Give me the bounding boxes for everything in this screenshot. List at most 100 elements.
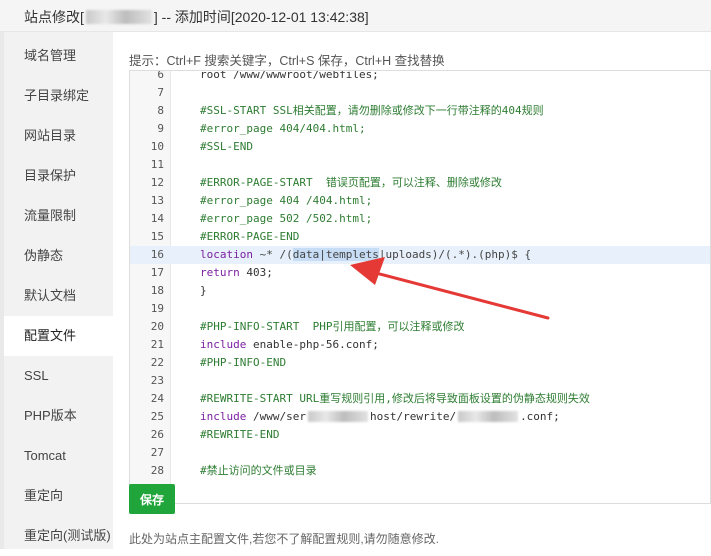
save-button[interactable]: 保存 (129, 484, 175, 514)
line-number: 13 (150, 194, 164, 207)
line-number: 14 (150, 212, 164, 225)
code-text: root /www/wwwroot/webfiles; (200, 71, 379, 84)
sidebar-item[interactable]: 重定向 (4, 476, 113, 516)
line-number: 11 (150, 158, 164, 171)
code-token: data|templets (292, 248, 379, 261)
line-number: 7 (157, 86, 164, 99)
line-number: 10 (150, 140, 164, 153)
code-line[interactable]: 19 (130, 300, 710, 318)
code-line[interactable]: 7 (130, 84, 710, 102)
code-token: location (200, 248, 253, 261)
code-line[interactable]: 20 #PHP-INFO-START PHP引用配置，可以注释或修改 (130, 318, 710, 336)
sidebar-item[interactable]: 默认文档 (4, 276, 113, 316)
code-line[interactable]: 25 include /www/ser host/rewrite/ .conf; (130, 408, 710, 426)
code-text: #REWRITE-END (200, 426, 279, 444)
code-line[interactable]: 9 #error_page 404/404.html; (130, 120, 710, 138)
line-number: 23 (150, 374, 164, 387)
code-text: include enable-php-56.conf; (200, 336, 379, 354)
sidebar-item[interactable]: Tomcat (4, 436, 113, 476)
sidebar-item[interactable]: 子目录绑定 (4, 76, 113, 116)
code-line[interactable]: 17 return 403; (130, 264, 710, 282)
code-token: host/rewrite/ (369, 410, 457, 423)
code-line[interactable]: 26 #REWRITE-END (130, 426, 710, 444)
code-line[interactable]: 6 root /www/wwwroot/webfiles; (130, 70, 710, 84)
sidebar-item[interactable]: 目录保护 (4, 156, 113, 196)
code-text: #PHP-INFO-END (200, 354, 286, 372)
line-number: 27 (150, 446, 164, 459)
code-text: #SSL-START SSL相关配置，请勿删除或修改下一行带注释的404规则 (200, 102, 544, 120)
code-line[interactable]: 23 (130, 372, 710, 390)
code-token: #ERROR-PAGE-END (200, 230, 300, 243)
code-line[interactable]: 16 location ~* /(data|templets|uploads)/(… (130, 246, 710, 264)
line-number: 24 (150, 392, 164, 405)
sidebar: 域名管理 子目录绑定 网站目录 目录保护 流量限制 伪静态 默认文档 配置文件 SSL PHP版本… (4, 32, 113, 549)
sidebar-item[interactable]: 网站目录 (4, 116, 113, 156)
line-number: 15 (150, 230, 164, 243)
code-token: #error_page 404 /404.html; (200, 194, 373, 207)
code-editor[interactable]: 6 root /www/wwwroot/webfiles; 7 8 #SSL-START… (129, 70, 711, 504)
line-number: 21 (150, 338, 164, 351)
code-token: enable-php-56.conf; (246, 338, 379, 351)
code-token: include (200, 410, 247, 423)
line-number: 9 (157, 122, 164, 135)
code-text: #error_page 404/404.html; (200, 120, 366, 138)
code-line[interactable]: 8 #SSL-START SSL相关配置，请勿删除或修改下一行带注释的404规则 (130, 102, 710, 120)
code-line[interactable]: 15 #ERROR-PAGE-END (130, 228, 710, 246)
title-bar: 站点修改[] -- 添加时间[2020-12-01 13:42:38] (0, 0, 711, 32)
code-token: include (200, 338, 247, 351)
config-warning-note: 此处为站点主配置文件,若您不了解配置规则,请勿随意修改. (129, 532, 440, 546)
code-line[interactable]: 11 (130, 156, 710, 174)
code-text: #error_page 502 /502.html; (200, 210, 372, 228)
code-token: #禁止访问的文件或目录 (200, 464, 317, 477)
code-text: #PHP-INFO-START PHP引用配置，可以注释或修改 (200, 318, 464, 336)
code-token: ~* /( (252, 248, 293, 261)
code-line[interactable]: 14 #error_page 502 /502.html; (130, 210, 710, 228)
code-line[interactable]: 12 #ERROR-PAGE-START 错误页配置，可以注释、删除或修改 (130, 174, 710, 192)
line-number: 16 (150, 248, 164, 261)
main-panel: 提示：Ctrl+F 搜索关键字，Ctrl+S 保存，Ctrl+H 查找替换 6 r… (113, 32, 711, 549)
line-number: 22 (150, 356, 164, 369)
code-line[interactable]: 21 include enable-php-56.conf; (130, 336, 710, 354)
code-text: #REWRITE-START URL重写规则引用,修改后将导致面板设置的伪静态规… (200, 390, 590, 408)
code-token: .conf; (520, 410, 560, 423)
code-token: #SSL-START SSL相关配置，请勿删除或修改下一行带注释的404规则 (200, 104, 544, 117)
sidebar-item[interactable]: 重定向(测试版) (4, 516, 113, 556)
code-text: #禁止访问的文件或目录 (200, 462, 317, 480)
code-token: #error_page 404/404.html; (200, 122, 366, 135)
sidebar-item[interactable]: SSL (4, 356, 113, 396)
code-line[interactable]: 22 #PHP-INFO-END (130, 354, 710, 372)
sidebar-item[interactable]: 配置文件 (4, 316, 113, 356)
code-token: #error_page 502 /502.html; (200, 212, 373, 225)
window-title: 站点修改[] -- 添加时间[2020-12-01 13:42:38] (24, 9, 369, 25)
code-text: #ERROR-PAGE-START 错误页配置，可以注释、删除或修改 (200, 174, 502, 192)
sidebar-item[interactable]: PHP版本 (4, 396, 113, 436)
redacted-text (307, 411, 368, 422)
code-token: |uploads)/(.*).(php)$ { (378, 248, 532, 261)
sidebar-item[interactable]: 流量限制 (4, 196, 113, 236)
code-line[interactable]: 28 #禁止访问的文件或目录 (130, 462, 710, 480)
code-line[interactable]: 24 #REWRITE-START URL重写规则引用,修改后将导致面板设置的伪静… (130, 390, 710, 408)
sidebar-item[interactable]: 域名管理 (4, 36, 113, 76)
line-number: 26 (150, 428, 164, 441)
line-number: 6 (157, 70, 164, 81)
code-text: #ERROR-PAGE-END (200, 228, 299, 246)
code-token: return (200, 266, 240, 279)
code-text: #SSL-END (200, 138, 253, 156)
code-token: #REWRITE-END (200, 428, 280, 441)
code-text: #error_page 404 /404.html; (200, 192, 372, 210)
code-text: } (200, 282, 207, 300)
code-line[interactable]: 27 (130, 444, 710, 462)
sidebar-item[interactable]: 伪静态 (4, 236, 113, 276)
code-line[interactable]: 13 #error_page 404 /404.html; (130, 192, 710, 210)
line-number: 28 (150, 464, 164, 477)
code-text: include /www/ser host/rewrite/ .conf; (200, 408, 560, 426)
code-token: 403; (239, 266, 273, 279)
redacted-site-name (85, 10, 152, 24)
code-line[interactable]: 18} (130, 282, 710, 300)
code-line[interactable]: 10 #SSL-END (130, 138, 710, 156)
line-number: 8 (157, 104, 164, 117)
shortcut-tip: 提示：Ctrl+F 搜索关键字，Ctrl+S 保存，Ctrl+H 查找替换 (129, 54, 445, 68)
code-token: #ERROR-PAGE-START 错误页配置，可以注释、删除或修改 (200, 176, 502, 189)
code-token: /www/ser (246, 410, 306, 423)
line-number: 19 (150, 302, 164, 315)
